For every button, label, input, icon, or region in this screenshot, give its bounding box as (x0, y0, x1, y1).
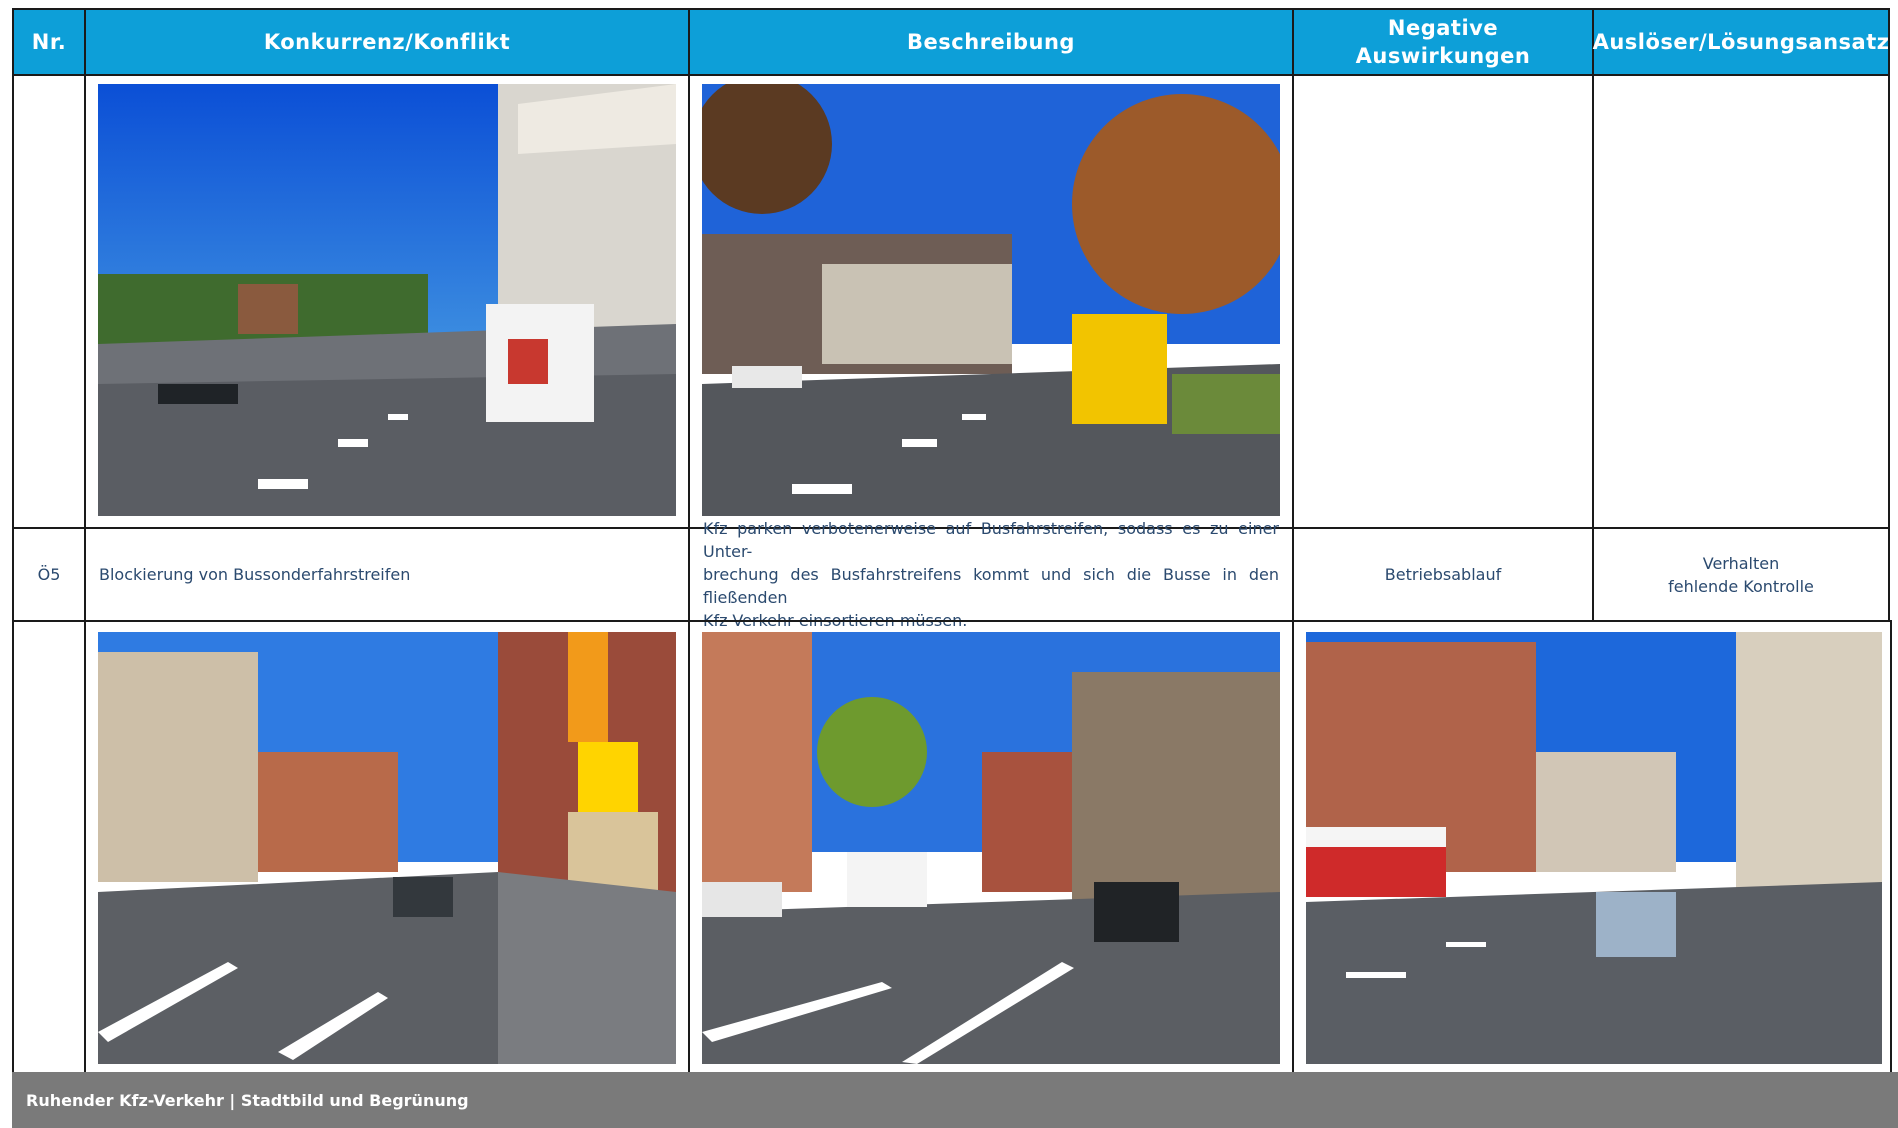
header-ausloeser-label: Auslöser/Lösungsansatz (1592, 30, 1890, 54)
entry-negative: Betriebsablauf (1292, 527, 1594, 622)
header-konflikt-label: Konkurrenz/Konflikt (263, 30, 511, 54)
street-photo-red-bus (1306, 632, 1882, 1064)
entry-ausloeser-line-1: Verhalten (1702, 553, 1780, 573)
photo-row-top (12, 74, 1898, 529)
entry-konflikt: Blockierung von Bussonderfahrstreifen (84, 527, 690, 622)
photo-cell (688, 620, 1294, 1075)
entry-nr-value: Ö5 (37, 565, 61, 584)
page-footer: Ruhender Kfz-Verkehr | Stadtbild und Beg… (12, 1072, 1898, 1128)
header-beschreibung-label: Beschreibung (907, 30, 1075, 54)
street-photo-yellow-van (702, 84, 1280, 516)
empty-cell (1292, 74, 1594, 529)
entry-negative-value: Betriebsablauf (1384, 565, 1502, 584)
empty-cell (1592, 74, 1890, 529)
empty-cell (12, 620, 86, 1075)
table-header-row: Nr. Konkurrenz/Konflikt Beschreibung Neg… (12, 8, 1898, 76)
entry-beschreibung: Kfz parken verbotenerweise auf Busfahrst… (688, 519, 1294, 630)
photo-cell (84, 620, 690, 1075)
header-ausloeser: Auslöser/Lösungsansatz (1592, 8, 1890, 76)
street-photo-cafe (98, 632, 676, 1064)
entry-ausloeser-line-2: fehlende Kontrolle (1668, 576, 1814, 596)
table-row: Ö5 Blockierung von Bussonderfahrstreifen… (12, 519, 1898, 630)
header-beschreibung: Beschreibung (688, 8, 1294, 76)
street-photo-camper (98, 84, 676, 516)
header-nr: Nr. (12, 8, 86, 76)
entry-nr: Ö5 (12, 527, 86, 622)
header-negative-label-2: Auswirkungen (1355, 44, 1531, 68)
header-konflikt: Konkurrenz/Konflikt (84, 8, 690, 76)
photo-cell (688, 74, 1294, 529)
entry-beschreibung-line-2: brechung des Busfahrstreifens kommt und … (703, 565, 1279, 607)
photo-row-bottom (12, 620, 1898, 1075)
photo-cell (84, 74, 690, 529)
header-nr-label: Nr. (31, 30, 67, 54)
entry-konflikt-value: Blockierung von Bussonderfahrstreifen (99, 565, 411, 584)
header-negative: Negative Auswirkungen (1292, 8, 1594, 76)
photo-cell (1292, 620, 1892, 1075)
footer-text: Ruhender Kfz-Verkehr | Stadtbild und Beg… (26, 1090, 469, 1110)
entry-beschreibung-line-1: Kfz parken verbotenerweise auf Busfahrst… (703, 519, 1279, 561)
header-negative-label-1: Negative (1387, 16, 1499, 40)
street-photo-bus (702, 632, 1280, 1064)
empty-cell (12, 74, 86, 529)
entry-ausloeser: Verhalten fehlende Kontrolle (1592, 527, 1890, 622)
